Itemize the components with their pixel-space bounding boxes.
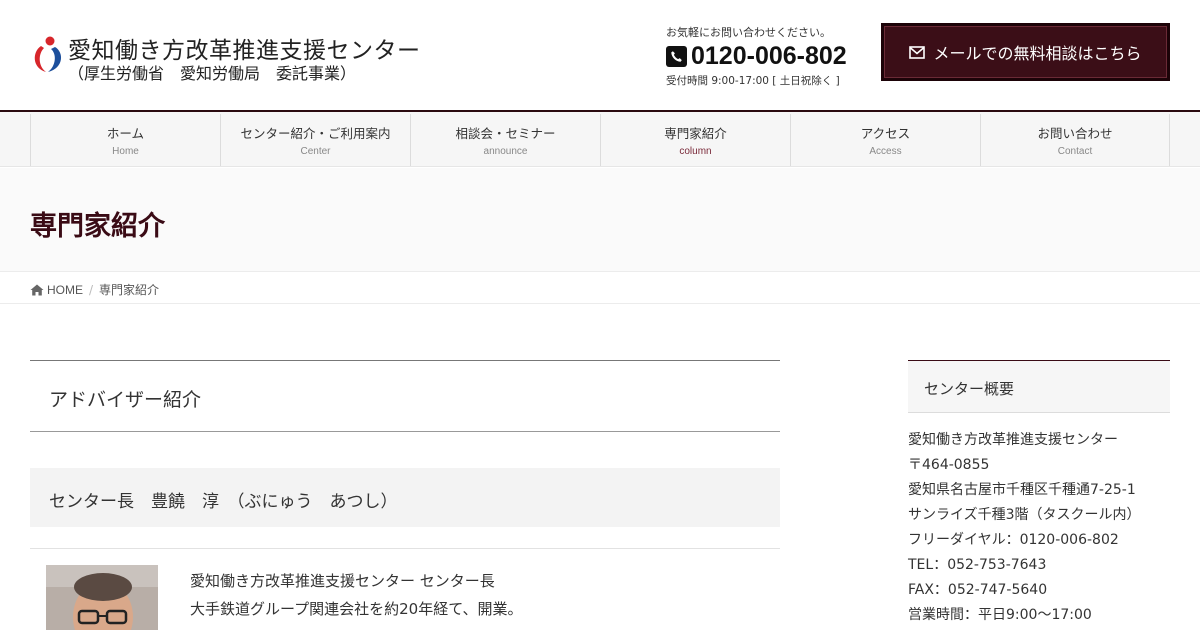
nav-item-seminar[interactable]: 相談会・セミナー announce [410,114,600,166]
breadcrumb-current: 専門家紹介 [99,283,160,297]
nav-label: センター紹介・ご利用案内 [240,126,391,141]
nav-item-contact[interactable]: お問い合わせ Contact [980,114,1170,166]
bio-line: 大手鉄道グループ関連会社を約20年経て、開業。 [190,600,523,618]
site-logo-icon[interactable] [30,34,66,74]
nav-label: 専門家紹介 [664,126,727,141]
nav-sublabel: announce [483,146,528,157]
site-header: 愛知働き方改革推進支援センター （厚生労働省 愛知労働局 委託事業） お気軽にお… [0,0,1200,111]
breadcrumb-home-link[interactable]: HOME [30,283,83,297]
phone-icon [666,46,687,67]
advisor-bio: 愛知働き方改革推進支援センター センター長 大手鉄道グループ関連会社を約20年経… [190,567,522,623]
advisor-photo [46,565,158,630]
nav-label: アクセス [860,126,911,141]
overview-name: 愛知働き方改革推進支援センター [908,432,1118,448]
overview-fax: FAX：052-747-5640 [908,582,1048,598]
nav-label: 相談会・セミナー [455,126,556,141]
overview-building: サンライズ千種3階（タスクール内） [908,507,1141,523]
advisor-portrait-image [46,565,158,630]
center-overview: 愛知働き方改革推進支援センター 〒464-0855 愛知県名古屋市千種区千種通7… [908,428,1141,628]
overview-address: 愛知県名古屋市千種区千種通7-25-1 [908,482,1136,498]
overview-freedial: フリーダイヤル：0120-006-802 [908,532,1119,548]
section-heading: アドバイザー紹介 [49,389,202,411]
mail-button-label: メールでの無料相談はこちら [933,44,1142,63]
contact-lead: お気軽にお問い合わせください。 [666,26,831,39]
nav-sublabel: column [679,146,712,157]
envelope-icon [909,45,926,59]
contact-block: お気軽にお問い合わせください。 0120-006-802 受付時間 9:00-1… [666,24,866,88]
contact-hours: 受付時間 9:00-17:00 [ 土日祝除く ] [666,75,840,87]
nav-label: お問い合わせ [1037,126,1113,141]
overview-postal-code: 〒464-0855 [908,457,990,473]
person-heading: センター長 豊饒 淳 （ぶにゅう あつし） [49,492,398,512]
nav-label: ホーム [106,126,145,141]
phone-number[interactable]: 0120-006-802 [691,42,847,71]
overview-hours: 営業時間：平日9:00～17:00 [908,607,1092,623]
section-title: アドバイザー紹介 [30,360,780,432]
nav-item-center[interactable]: センター紹介・ご利用案内 Center [220,114,410,166]
global-nav: ホーム Home センター紹介・ご利用案内 Center 相談会・セミナー an… [0,112,1200,167]
home-icon [30,284,44,295]
breadcrumb-separator: / [89,282,94,297]
sidebar-heading: センター概要 [924,380,1015,398]
page-title: 専門家紹介 [30,211,165,242]
page-header: 専門家紹介 [0,168,1200,272]
person-heading-box: センター長 豊饒 淳 （ぶにゅう あつし） [30,468,780,527]
nav-sublabel: Access [869,146,902,157]
nav-item-access[interactable]: アクセス Access [790,114,980,166]
nav-sublabel: Contact [1057,146,1093,157]
nav-item-experts[interactable]: 専門家紹介 column [600,114,790,166]
breadcrumb-home-label: HOME [47,282,83,297]
bio-line: 愛知働き方改革推進支援センター センター長 [190,572,495,590]
profile-divider [30,548,780,549]
overview-tel: TEL：052-753-7643 [908,557,1047,573]
site-subtitle: （厚生労働省 愛知労働局 委託事業） [68,64,357,83]
nav-item-home[interactable]: ホーム Home [30,114,220,166]
nav-sublabel: Home [112,146,139,157]
breadcrumb: HOME / 専門家紹介 [0,273,1200,304]
sidebar-widget-title: センター概要 [908,360,1170,413]
phone-row: 0120-006-802 [666,42,866,71]
nav-sublabel: Center [300,146,331,157]
mail-consultation-button[interactable]: メールでの無料相談はこちら [881,23,1170,81]
